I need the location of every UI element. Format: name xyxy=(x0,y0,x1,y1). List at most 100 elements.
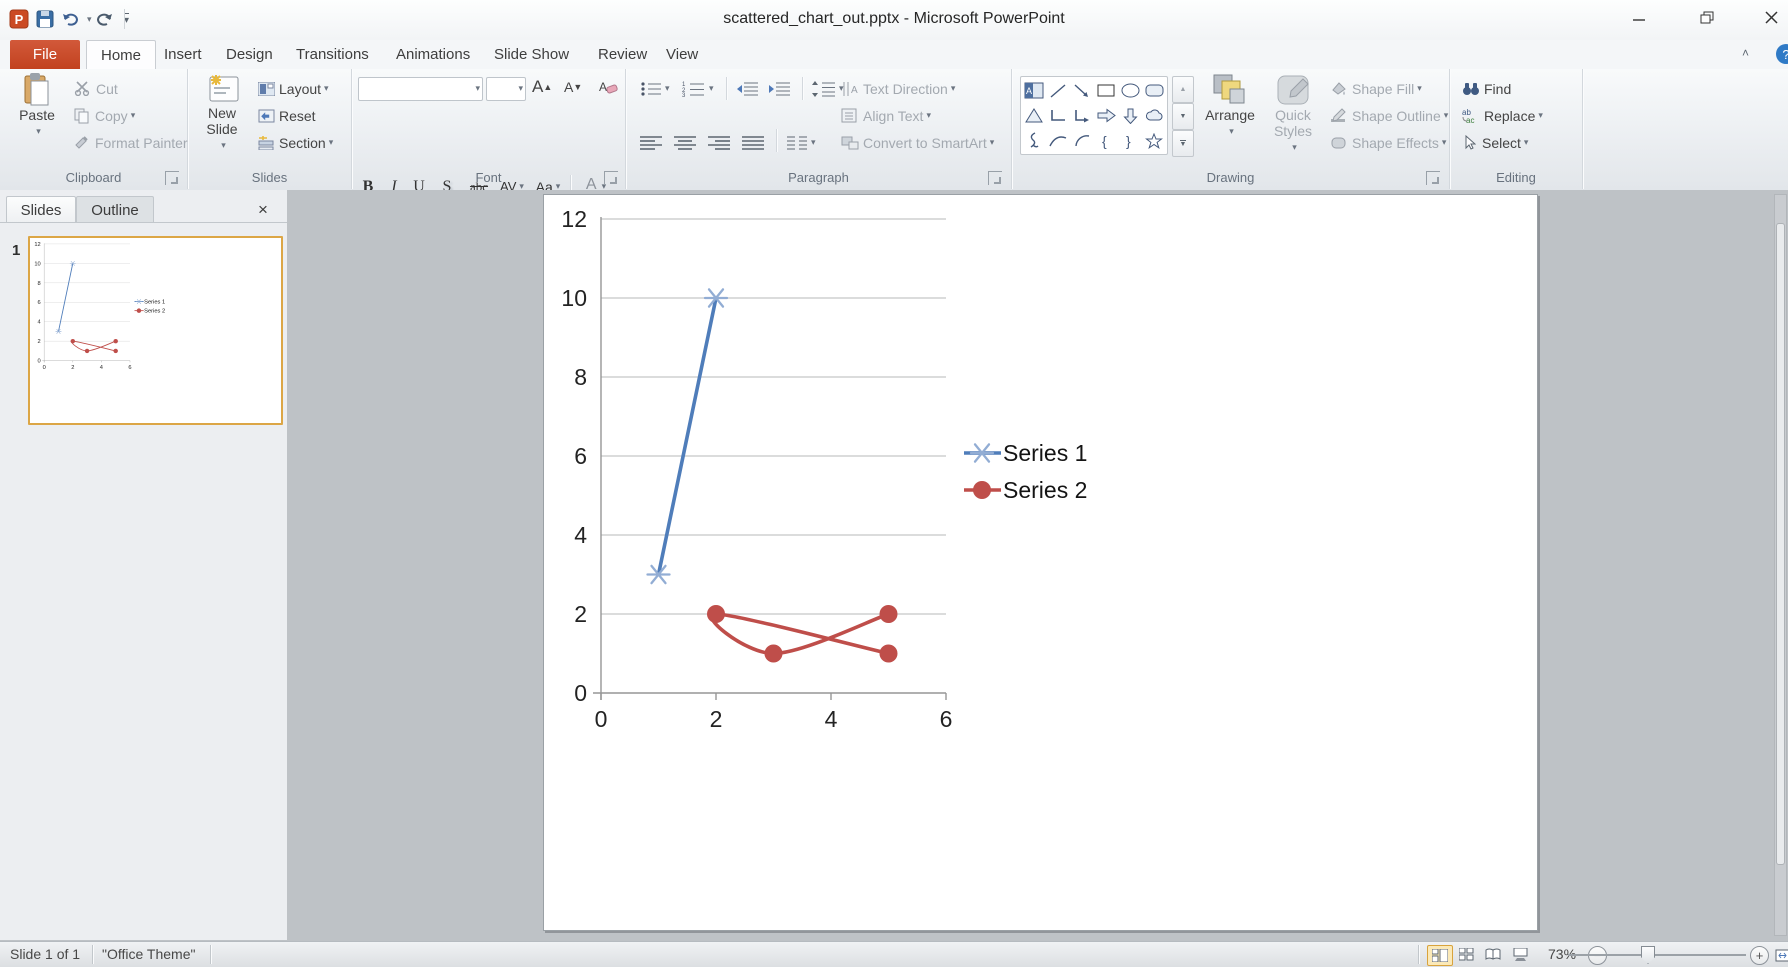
clear-formatting-button[interactable]: A xyxy=(598,75,618,98)
tab-view[interactable]: View xyxy=(652,40,712,69)
restore-button[interactable] xyxy=(1690,4,1724,30)
decrease-indent-button[interactable] xyxy=(736,77,758,100)
shape-gallery-scroll-down[interactable]: ▼ xyxy=(1172,103,1194,130)
panel-tab-slides[interactable]: Slides xyxy=(6,196,76,223)
shape-right-arrow-icon[interactable] xyxy=(1094,103,1118,128)
reading-view-button[interactable] xyxy=(1481,945,1505,964)
panel-tab-outline[interactable]: Outline xyxy=(76,196,154,223)
reset-button[interactable]: Reset xyxy=(258,104,316,127)
tab-home[interactable]: Home xyxy=(86,40,156,70)
align-center-button[interactable] xyxy=(674,131,696,154)
tab-design[interactable]: Design xyxy=(212,40,287,69)
shape-triangle-icon[interactable] xyxy=(1022,103,1046,128)
help-icon[interactable]: ? xyxy=(1776,44,1788,64)
slide-indicator[interactable]: Slide 1 of 1 xyxy=(10,946,80,962)
tab-file[interactable]: File xyxy=(10,40,80,69)
shrink-font-button[interactable]: A▼ xyxy=(564,75,582,98)
slide[interactable]: 0246810120246Series 1Series 2 xyxy=(543,194,1538,931)
copy-button[interactable]: Copy▾ xyxy=(74,104,135,127)
paragraph-dialog-launcher[interactable] xyxy=(988,171,1002,185)
minimize-button[interactable] xyxy=(1622,4,1656,30)
shape-line-icon[interactable] xyxy=(1046,78,1070,103)
paste-button[interactable]: Paste ▾ xyxy=(10,73,64,139)
shape-curve-icon[interactable] xyxy=(1046,128,1070,153)
quick-styles-button[interactable]: Quick Styles ▾ xyxy=(1264,73,1322,155)
replace-button[interactable]: abac Replace▾ xyxy=(1462,104,1543,127)
shape-gallery[interactable]: A {} xyxy=(1020,76,1168,155)
slide-chart[interactable]: 0246810120246Series 1Series 2 xyxy=(544,195,1537,930)
shape-oval-icon[interactable] xyxy=(1118,78,1142,103)
shape-outline-button[interactable]: Shape Outline▾ xyxy=(1330,104,1448,127)
bullets-button[interactable]: ▾ xyxy=(640,77,670,100)
vertical-scrollbar[interactable] xyxy=(1774,194,1787,936)
svg-text:10: 10 xyxy=(561,285,587,311)
svg-text:Series 2: Series 2 xyxy=(144,309,165,315)
format-painter-button[interactable]: Format Painter xyxy=(74,131,188,154)
layout-button[interactable]: Layout▾ xyxy=(258,77,329,100)
shape-gallery-scroll-up[interactable]: ▲ xyxy=(1172,76,1194,103)
shape-freeform-icon[interactable] xyxy=(1022,128,1046,153)
cut-button[interactable]: Cut xyxy=(74,77,118,100)
svg-text:0: 0 xyxy=(595,706,608,732)
new-slide-button[interactable]: New Slide ▾ xyxy=(194,73,250,153)
shape-elbow-arrow-icon[interactable] xyxy=(1070,103,1094,128)
line-spacing-button[interactable]: ▾ xyxy=(812,77,844,100)
font-size-combo[interactable]: ▾ xyxy=(486,77,526,101)
tab-animations[interactable]: Animations xyxy=(382,40,484,69)
shape-text-box-icon[interactable]: A xyxy=(1022,78,1046,103)
align-text-button[interactable]: Align Text▾ xyxy=(841,104,931,127)
slide-canvas[interactable]: 0246810120246Series 1Series 2 xyxy=(287,190,1788,940)
increase-indent-button[interactable] xyxy=(768,77,790,100)
shape-rounded-rectangle-icon[interactable] xyxy=(1142,78,1166,103)
panel-close-icon[interactable]: × xyxy=(258,200,268,220)
zoom-slider-thumb[interactable] xyxy=(1641,946,1655,964)
slide-thumbnail-row[interactable]: 1 0246810120246Series 1Series 2 xyxy=(4,234,282,430)
minimize-ribbon-icon[interactable]: ˄ xyxy=(1742,46,1749,60)
zoom-in-button[interactable]: + xyxy=(1750,946,1769,965)
shape-gallery-more[interactable]: ▼ xyxy=(1172,130,1194,157)
normal-view-button[interactable] xyxy=(1427,945,1453,966)
slide-show-button[interactable] xyxy=(1508,945,1532,964)
tab-transitions[interactable]: Transitions xyxy=(282,40,383,69)
close-button[interactable] xyxy=(1754,4,1788,30)
fit-to-window-button[interactable] xyxy=(1770,946,1788,965)
find-button[interactable]: Find xyxy=(1462,77,1511,100)
font-name-combo[interactable]: ▾ xyxy=(358,77,483,101)
columns-button[interactable]: ▾ xyxy=(786,131,816,154)
convert-to-smartart-button[interactable]: Convert to SmartArt▾ xyxy=(841,131,994,154)
font-dialog-launcher[interactable] xyxy=(604,171,618,185)
vertical-scrollbar-thumb[interactable] xyxy=(1776,223,1785,865)
group-clipboard: Paste ▾ Cut Copy▾ Format Painter Clipboa… xyxy=(0,69,188,189)
layout-caret-icon: ▾ xyxy=(324,83,329,94)
grow-font-button[interactable]: A▲ xyxy=(532,75,552,98)
align-left-button[interactable] xyxy=(640,131,662,154)
arrange-button[interactable]: Arrange ▾ xyxy=(1200,73,1260,139)
shape-elbow-connector-icon[interactable] xyxy=(1046,103,1070,128)
slide-sorter-view-button[interactable] xyxy=(1454,945,1478,964)
shape-cloud-icon[interactable] xyxy=(1142,103,1166,128)
shape-brace-right-icon[interactable]: } xyxy=(1118,128,1142,153)
shape-rectangle-icon[interactable] xyxy=(1094,78,1118,103)
shape-down-arrow-icon[interactable] xyxy=(1118,103,1142,128)
paste-icon xyxy=(22,73,52,107)
clipboard-dialog-launcher[interactable] xyxy=(165,171,179,185)
tab-review[interactable]: Review xyxy=(584,40,661,69)
theme-indicator[interactable]: "Office Theme" xyxy=(102,946,195,962)
shape-brace-left-icon[interactable]: { xyxy=(1094,128,1118,153)
shape-fill-button[interactable]: Shape Fill▾ xyxy=(1330,77,1422,100)
numbering-button[interactable]: 123 ▾ xyxy=(682,77,714,100)
shape-effects-button[interactable]: Shape Effects▾ xyxy=(1330,131,1446,154)
slide-thumbnail[interactable]: 0246810120246Series 1Series 2 xyxy=(28,236,283,425)
tab-insert[interactable]: Insert xyxy=(150,40,216,69)
justify-button[interactable] xyxy=(742,131,764,154)
text-direction-button[interactable]: A Text Direction▾ xyxy=(841,77,955,100)
shape-star-icon[interactable] xyxy=(1142,128,1166,153)
zoom-slider-track[interactable] xyxy=(1568,954,1746,956)
section-button[interactable]: Section▾ xyxy=(258,131,333,154)
select-button[interactable]: Select▾ xyxy=(1462,131,1528,154)
shape-arrow-line-icon[interactable] xyxy=(1070,78,1094,103)
drawing-dialog-launcher[interactable] xyxy=(1426,171,1440,185)
tab-slide-show[interactable]: Slide Show xyxy=(480,40,583,69)
shape-arc-icon[interactable] xyxy=(1070,128,1094,153)
align-right-button[interactable] xyxy=(708,131,730,154)
